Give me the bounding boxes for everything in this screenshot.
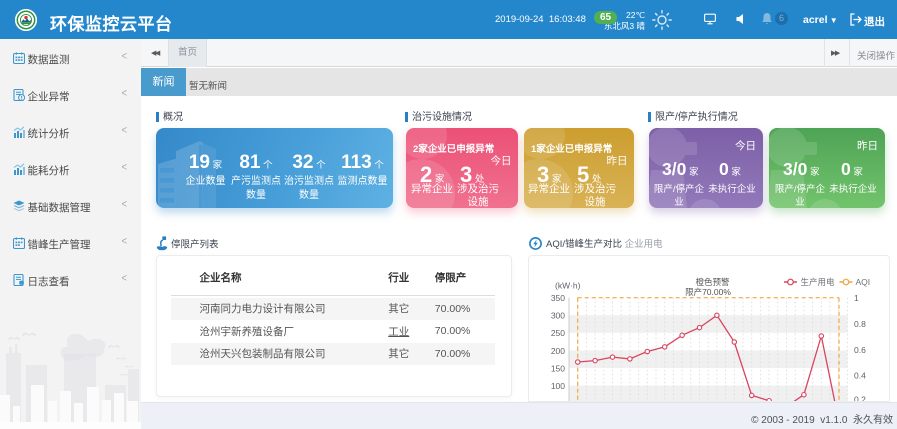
svg-text:200: 200 xyxy=(550,346,564,356)
svg-text:350: 350 xyxy=(550,293,564,303)
svg-text:AQI: AQI xyxy=(855,277,870,287)
svg-text:100: 100 xyxy=(550,381,564,391)
svg-text:0.2: 0.2 xyxy=(854,395,866,403)
svg-text:限产70.00%: 限产70.00% xyxy=(685,287,731,297)
svg-text:生产用电: 生产用电 xyxy=(800,277,835,287)
svg-text:0.8: 0.8 xyxy=(854,319,866,329)
svg-text:1: 1 xyxy=(854,293,859,303)
svg-text:0.4: 0.4 xyxy=(854,371,866,381)
svg-text:300: 300 xyxy=(550,311,564,321)
svg-text:0.6: 0.6 xyxy=(854,345,866,355)
svg-text:橙色预警: 橙色预警 xyxy=(695,277,730,287)
svg-text:(kW·h): (kW·h) xyxy=(555,281,581,291)
svg-text:150: 150 xyxy=(550,363,564,373)
svg-text:250: 250 xyxy=(550,328,564,338)
